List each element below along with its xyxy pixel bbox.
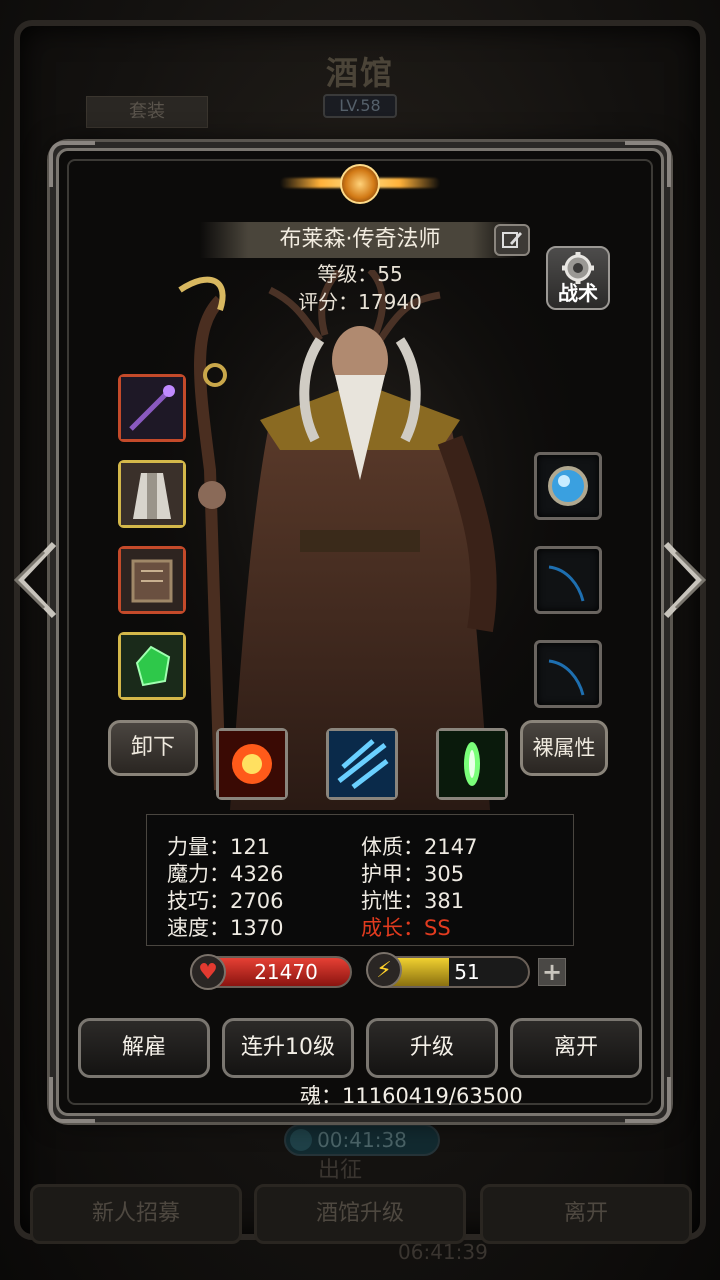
skill-nature[interactable] [436, 728, 508, 800]
stat-magic: 魔力：4326 [167, 862, 284, 886]
robe-icon [121, 463, 183, 525]
timer-icon [290, 1129, 312, 1151]
previous-hero-arrow-icon[interactable] [10, 540, 62, 620]
tavern-level: LV.58 [323, 94, 397, 118]
equip-slot-gem[interactable] [118, 632, 186, 700]
equip-slot-weapon[interactable] [118, 374, 186, 442]
base-attributes-button[interactable]: 裸属性 [520, 720, 608, 776]
unequip-button[interactable]: 卸下 [108, 720, 198, 776]
book-icon [121, 549, 183, 611]
hero-level: 等级：55 [317, 262, 403, 286]
staff-icon [121, 377, 183, 439]
stat-speed: 速度：1370 [167, 916, 284, 940]
stat-constitution: 体质：2147 [361, 835, 478, 859]
next-hero-arrow-icon[interactable] [658, 540, 710, 620]
dismiss-button[interactable]: 解雇 [78, 1018, 210, 1078]
bottom-timer: 06:41:39 [398, 1240, 488, 1264]
soul-cost: 魂：11160419/63500 [300, 1084, 523, 1108]
blue-orb-icon [548, 466, 588, 506]
hero-score: 评分：17940 [298, 290, 422, 314]
hero-name: 布莱森·传奇法师 [200, 222, 520, 258]
energy-value: 51 [454, 960, 480, 984]
timer-text: 00:41:38 [317, 1128, 407, 1152]
ice-skill-icon [329, 731, 395, 797]
tactics-label: 战术 [558, 281, 598, 305]
skill-fire[interactable] [216, 728, 288, 800]
heart-icon: ♥ [190, 954, 226, 990]
stat-skill: 技巧：2706 [167, 889, 284, 913]
empty-slot-icon [548, 565, 585, 602]
upgrade-tavern-button[interactable]: 酒馆升级 [254, 1184, 466, 1244]
leave-tavern-button[interactable]: 离开 [480, 1184, 692, 1244]
empty-slot-icon [548, 659, 585, 696]
recruit-button[interactable]: 新人招募 [30, 1184, 242, 1244]
fire-skill-icon [219, 731, 285, 797]
edit-icon [502, 232, 522, 248]
hp-bar: ♥ 21470 [190, 954, 352, 990]
tactics-button[interactable]: 战术 [546, 246, 610, 310]
stats-panel: 力量：121 魔力：4326 技巧：2706 速度：1370 体质：2147 护… [146, 814, 574, 946]
stat-resistance: 抗性：381 [361, 889, 465, 913]
nature-skill-icon [439, 731, 505, 797]
emerald-icon [121, 635, 183, 697]
equip-slot-book[interactable] [118, 546, 186, 614]
equip-slot-empty-2[interactable] [534, 640, 602, 708]
emblem-icon [280, 158, 440, 208]
tavern-title: 酒馆 [325, 54, 394, 92]
equip-slot-orb[interactable] [534, 452, 602, 520]
stat-growth: 成长：SS [361, 916, 451, 940]
equip-slot-armor[interactable] [118, 460, 186, 528]
stat-strength: 力量：121 [167, 835, 271, 859]
rename-button[interactable] [494, 224, 530, 256]
set-tab[interactable]: 套装 [86, 96, 208, 128]
level-up-button[interactable]: 升级 [366, 1018, 498, 1078]
skill-ice[interactable] [326, 728, 398, 800]
add-energy-button[interactable]: + [538, 958, 566, 986]
leave-button[interactable]: 离开 [510, 1018, 642, 1078]
stat-armor: 护甲：305 [361, 862, 465, 886]
level-up-10-button[interactable]: 连升10级 [222, 1018, 354, 1078]
hp-value: 21470 [254, 960, 318, 984]
expedition-label: 出征 [318, 1158, 363, 1183]
lightning-icon: ⚡ [366, 952, 402, 988]
equip-slot-empty-1[interactable] [534, 546, 602, 614]
